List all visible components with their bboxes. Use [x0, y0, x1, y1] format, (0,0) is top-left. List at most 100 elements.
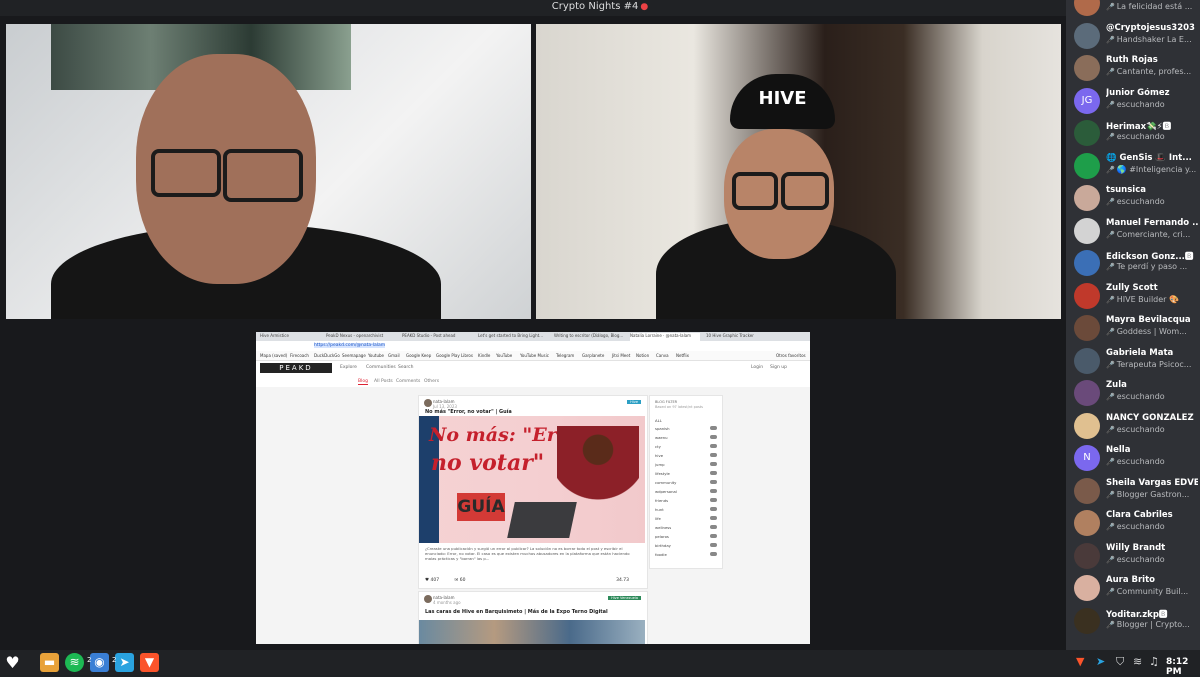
- participant-item[interactable]: Gabriela Mata 🎤 Terapeuta Psicoc...: [1072, 346, 1200, 376]
- avatar[interactable]: [1074, 217, 1100, 244]
- bookmark[interactable]: Notion: [636, 353, 649, 358]
- participant-item[interactable]: 🎤 La felicidad está ...: [1072, 0, 1200, 18]
- search-input[interactable]: Search: [398, 365, 413, 370]
- spotify-icon[interactable]: ≋: [65, 653, 84, 672]
- avatar[interactable]: [1074, 55, 1100, 81]
- avatar[interactable]: [1074, 250, 1100, 276]
- wifi-icon[interactable]: ≋: [1133, 655, 1142, 668]
- participant-item[interactable]: Mayra Bevilacqua 🎤 Goddess | Wom...: [1072, 313, 1200, 343]
- browser-tab[interactable]: PeakD Nexus - openarchivist: [326, 333, 396, 341]
- tab-blog[interactable]: Blog: [358, 379, 368, 385]
- community-badge[interactable]: Hive: [627, 400, 641, 404]
- brave-icon[interactable]: ▼: [140, 653, 159, 672]
- browser-tab[interactable]: 10 Hive Graphic Tracker: [706, 333, 776, 341]
- signup-button[interactable]: Sign up: [770, 365, 787, 370]
- avatar[interactable]: [1074, 542, 1100, 569]
- avatar[interactable]: [1074, 315, 1100, 341]
- participant-video-right[interactable]: [536, 24, 1061, 319]
- telegram-tray-icon[interactable]: ➤: [1096, 655, 1105, 668]
- participant-item[interactable]: Zula 🎤 escuchando: [1072, 378, 1200, 408]
- filter-item[interactable]: jump: [655, 462, 717, 467]
- avatar[interactable]: [1074, 120, 1100, 146]
- peakd-logo[interactable]: PEAKD: [260, 363, 332, 373]
- participant-item[interactable]: Sheila Vargas EDVE 🎤 Blogger Gastron...: [1072, 476, 1200, 506]
- filter-item[interactable]: birthday: [655, 543, 717, 548]
- camera-icon[interactable]: ◉ 2: [87, 653, 109, 672]
- avatar[interactable]: [1074, 185, 1100, 211]
- avatar[interactable]: [1074, 22, 1100, 49]
- screen-share[interactable]: Hive Armistice PeakD Nexus - openarchivi…: [256, 332, 810, 644]
- browser-tab[interactable]: Let's get started to Bring Light...: [478, 333, 548, 341]
- browser-tab[interactable]: PEAKD Studio - Post ahead: [402, 333, 472, 341]
- avatar[interactable]: [1074, 607, 1100, 634]
- filter-item[interactable]: life: [655, 516, 717, 521]
- participant-item[interactable]: JG Junior Gómez 🎤 escuchando: [1072, 86, 1200, 116]
- participant-item[interactable]: Ruth Rojas 🎤 Cantante, profes...: [1072, 53, 1200, 83]
- participant-item[interactable]: Aura Brito 🎤 Community Buil...: [1072, 573, 1200, 603]
- bookmark[interactable]: DuckDuckGo: [314, 353, 340, 358]
- participant-item[interactable]: N Nella 🎤 escuchando: [1072, 443, 1200, 473]
- bookmark[interactable]: Garplanete: [582, 353, 604, 358]
- bookmark[interactable]: YouTube: [496, 353, 512, 358]
- avatar[interactable]: [1074, 380, 1100, 406]
- participant-item[interactable]: Edickson Gonz...🅱 🎤 Te perdí y paso ...: [1072, 248, 1200, 278]
- brave-tray-icon[interactable]: ▼: [1076, 655, 1084, 668]
- participant-item[interactable]: Willy Brandt 🎤 escuchando: [1072, 541, 1200, 571]
- bookmark[interactable]: Kindle: [478, 353, 490, 358]
- avatar[interactable]: [1074, 575, 1100, 601]
- participant-item[interactable]: Zully Scott 🎤 HIVE Builder 🎨: [1072, 281, 1200, 311]
- participant-item[interactable]: @Cryptojesus3203 🎤 Handshaker La E...: [1072, 21, 1200, 51]
- avatar[interactable]: [1074, 477, 1100, 504]
- participant-item[interactable]: Yoditar.zkp🅱 🎤 Blogger | Crypto...: [1072, 606, 1200, 636]
- filter-item[interactable]: waenu: [655, 435, 717, 440]
- browser-tab[interactable]: Writing to escritor (Diálogo, Blog...: [554, 333, 624, 341]
- filter-item[interactable]: lifestyle: [655, 471, 717, 476]
- post-thumbnail[interactable]: [419, 620, 645, 644]
- bookmark[interactable]: Seemapage: [342, 353, 366, 358]
- tab-comments[interactable]: Comments: [396, 379, 420, 384]
- login-button[interactable]: Login: [751, 365, 763, 370]
- bookmark[interactable]: YouTube Music: [520, 353, 549, 358]
- nav-explore[interactable]: Explore: [340, 365, 357, 370]
- bookmark[interactable]: Otros favoritos: [776, 353, 806, 358]
- filter-item[interactable]: hunt: [655, 507, 717, 512]
- participant-item[interactable]: tsunsica 🎤 escuchando: [1072, 183, 1200, 213]
- tab-others[interactable]: Others: [424, 379, 439, 384]
- participant-item[interactable]: Clara Cabriles 🎤 escuchando: [1072, 508, 1200, 538]
- browser-tab[interactable]: Hive Armistice: [260, 333, 320, 341]
- folder-icon[interactable]: ▬: [40, 653, 59, 672]
- participant-item[interactable]: NANCY GONZALEZ 🎤 escuchando: [1072, 411, 1200, 441]
- bookmark[interactable]: Telegram: [556, 353, 574, 358]
- bookmark[interactable]: Google Play Libros: [436, 353, 473, 358]
- avatar[interactable]: [1074, 0, 1100, 16]
- bookmark[interactable]: Youtube: [368, 353, 384, 358]
- avatar[interactable]: [1074, 152, 1100, 179]
- filter-item[interactable]: hive: [655, 453, 717, 458]
- bookmark[interactable]: Jitsi Meet: [612, 353, 630, 358]
- bookmark[interactable]: Firecoach: [290, 353, 309, 358]
- filter-item[interactable]: community: [655, 480, 717, 485]
- filter-item[interactable]: pelaros: [655, 534, 717, 539]
- shield-icon[interactable]: ⛉: [1116, 655, 1124, 669]
- nav-communities[interactable]: Communities: [366, 365, 396, 370]
- heart-icon[interactable]: ♥: [3, 653, 22, 672]
- bookmark[interactable]: Netflix: [676, 353, 689, 358]
- participant-item[interactable]: 🌐 GenSis 🎩 Int... 🎤 🌎 #Inteligencia y...: [1072, 151, 1200, 181]
- participant-item[interactable]: Herimax💸⚡🅱 🎤 escuchando: [1072, 118, 1200, 148]
- bookmark[interactable]: Mapa (saved): [260, 353, 287, 358]
- avatar[interactable]: JG: [1074, 87, 1100, 114]
- upvote-icon[interactable]: ♥: [425, 578, 429, 583]
- filter-item[interactable]: spanish: [655, 426, 717, 431]
- bookmark[interactable]: Canva: [656, 353, 669, 358]
- bookmark[interactable]: Gmail: [388, 353, 400, 358]
- participant-item[interactable]: Manuel Fernando ... 🎤 Comerciante, cri...: [1072, 216, 1200, 246]
- post-title[interactable]: Las caras de Hive en Barquisimeto | Más …: [425, 609, 608, 615]
- filter-item[interactable]: friends: [655, 498, 717, 503]
- post-title[interactable]: No más "Error, no votar" | Guía: [425, 409, 512, 415]
- filter-item[interactable]: ALL: [655, 418, 717, 423]
- avatar[interactable]: [1074, 510, 1100, 536]
- filter-item[interactable]: wellness: [655, 525, 717, 530]
- avatar[interactable]: [424, 399, 432, 407]
- filter-item[interactable]: wdpersonal: [655, 489, 717, 494]
- music-icon[interactable]: ♫: [1149, 655, 1159, 668]
